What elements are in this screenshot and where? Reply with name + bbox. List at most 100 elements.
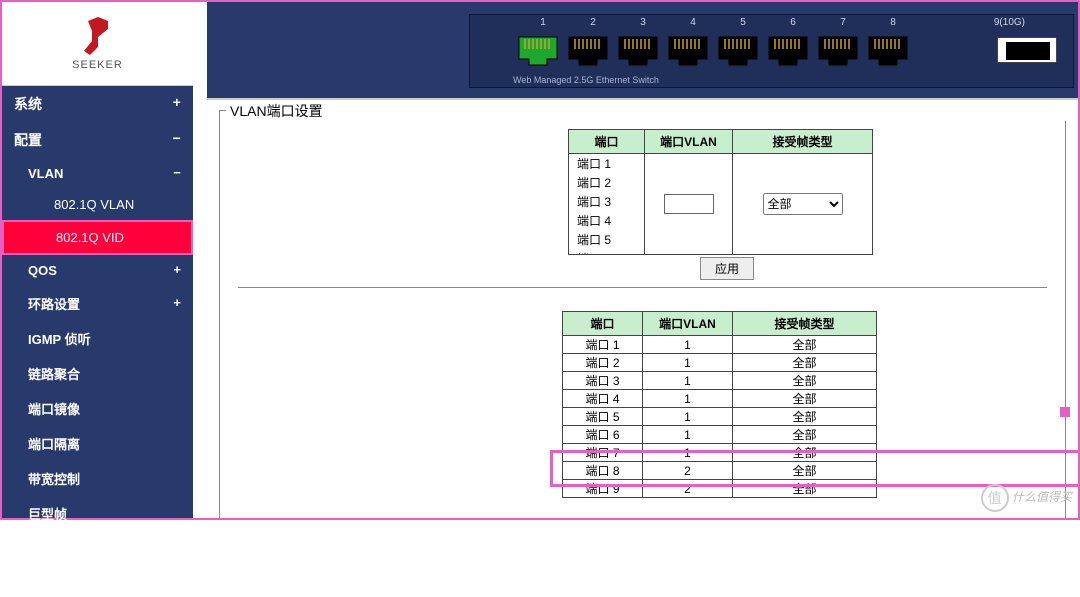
status-table-body: 端口 11全部端口 21全部端口 31全部端口 41全部端口 51全部端口 61… [563,336,877,498]
seeker-logo-icon [80,17,116,57]
nav-port-isolate[interactable]: 端口隔离 [2,426,193,461]
port-number: 4 [672,17,714,28]
brand-text: SEEKER [72,59,123,71]
brand-logo: SEEKER [2,2,193,86]
cell-port: 端口 6 [563,426,643,444]
table-row: 端口 61全部 [563,426,877,444]
port-icon-row [513,29,913,69]
switch-diagram: 12345678 9(10G) Web Managed 2.5G Etherne… [469,14,1074,88]
table-row: 端口 92全部 [563,480,877,498]
rj45-port-icon [717,29,759,69]
nav-igmp[interactable]: IGMP 侦听 [2,321,193,356]
status-header-port: 端口 [563,312,643,336]
nav-eee[interactable]: EEE [2,566,193,597]
cell-port: 端口 4 [563,390,643,408]
cell-vlan: 1 [643,444,733,462]
cell-vlan: 1 [643,426,733,444]
cell-port: 端口 2 [563,354,643,372]
frame-type-select[interactable]: 全部 [763,193,843,215]
nav-loop[interactable]: 环路设置+ [2,286,193,321]
vlan-id-input[interactable] [664,194,714,214]
cell-type: 全部 [733,462,877,480]
port-option[interactable]: 端口 1 [569,154,644,173]
nav-menu: 系统+ 配置− VLAN− 802.1Q VLAN 802.1Q VID QOS… [2,86,193,597]
apply-button[interactable]: 应用 [700,257,754,280]
nav-config[interactable]: 配置− [2,122,193,158]
sfp-label: 9(10G) [994,17,1025,28]
nav-mac[interactable]: MAC 约束 [2,531,193,566]
cell-port: 端口 8 [563,462,643,480]
table-row: 端口 82全部 [563,462,877,480]
nav-qos[interactable]: QOS+ [2,255,193,286]
table-row: 端口 41全部 [563,390,877,408]
cell-vlan: 1 [643,336,733,354]
cfg-header-vlan: 端口VLAN [645,130,733,154]
port-option[interactable]: 端口 3 [569,192,644,211]
collapse-icon: − [173,166,181,181]
table-row: 端口 51全部 [563,408,877,426]
port-option[interactable]: 端口 2 [569,173,644,192]
port-option[interactable]: 端口 5 [569,230,644,249]
rj45-port-icon [867,29,909,69]
table-row: 端口 21全部 [563,354,877,372]
table-row: 端口 31全部 [563,372,877,390]
cell-type: 全部 [733,444,877,462]
nav-jumbo[interactable]: 巨型帧 [2,496,193,531]
cell-type: 全部 [733,390,877,408]
top-bar: 12345678 9(10G) Web Managed 2.5G Etherne… [207,2,1078,100]
cell-type: 全部 [733,426,877,444]
section-divider [238,287,1047,288]
sidebar: SEEKER 系统+ 配置− VLAN− 802.1Q VLAN 802.1Q … [2,2,200,518]
table-row: 端口 71全部 [563,444,877,462]
rj45-port-icon [617,29,659,69]
cell-vlan: 2 [643,462,733,480]
cell-type: 全部 [733,372,877,390]
status-header-type: 接受帧类型 [733,312,877,336]
cfg-header-type: 接受帧类型 [733,130,873,154]
annotation-dot [1060,407,1070,417]
cell-port: 端口 9 [563,480,643,498]
cell-vlan: 1 [643,354,733,372]
rj45-port-icon [767,29,809,69]
status-header-vlan: 端口VLAN [643,312,733,336]
page-title: VLAN端口设置 [226,101,1071,121]
switch-caption: Web Managed 2.5G Ethernet Switch [513,75,659,85]
cell-type: 全部 [733,408,877,426]
expand-icon: + [173,296,181,311]
rj45-port-icon [517,29,559,69]
port-number: 5 [722,17,764,28]
nav-port-mirror[interactable]: 端口镜像 [2,391,193,426]
collapse-icon: − [173,132,181,148]
rj45-port-icon [567,29,609,69]
nav-bandwidth[interactable]: 带宽控制 [2,461,193,496]
port-number: 2 [572,17,614,28]
vlan-port-fieldset: VLAN端口设置 端口 端口VLAN 接受帧类型 端口 1端口 2端口 3端口 … [219,110,1066,518]
cell-port: 端口 7 [563,444,643,462]
port-number-row: 12345678 [518,17,918,28]
port-number: 7 [822,17,864,28]
cell-type: 全部 [733,336,877,354]
cell-port: 端口 3 [563,372,643,390]
status-table: 端口 端口VLAN 接受帧类型 端口 11全部端口 21全部端口 31全部端口 … [562,311,877,498]
cell-type: 全部 [733,480,877,498]
cell-port: 端口 1 [563,336,643,354]
cell-vlan: 1 [643,372,733,390]
cell-vlan: 1 [643,408,733,426]
port-option[interactable]: 端口 4 [569,211,644,230]
expand-icon: + [173,96,181,112]
config-table: 端口 端口VLAN 接受帧类型 端口 1端口 2端口 3端口 4端口 5端口 6… [568,129,873,255]
nav-link-agg[interactable]: 链路聚合 [2,356,193,391]
main-content: VLAN端口设置 端口 端口VLAN 接受帧类型 端口 1端口 2端口 3端口 … [207,100,1078,518]
nav-8021q-vlan[interactable]: 802.1Q VLAN [2,189,193,220]
port-number: 8 [872,17,914,28]
nav-system[interactable]: 系统+ [2,86,193,122]
cell-vlan: 1 [643,390,733,408]
port-select-list[interactable]: 端口 1端口 2端口 3端口 4端口 5端口 6端口 7端口 8端口 9 [569,154,644,254]
rj45-port-icon [817,29,859,69]
cell-vlan: 2 [643,480,733,498]
port-option[interactable]: 端口 6 [569,249,644,254]
table-row: 端口 11全部 [563,336,877,354]
nav-vlan[interactable]: VLAN− [2,158,193,189]
nav-8021q-vid[interactable]: 802.1Q VID [2,220,193,255]
port-number: 6 [772,17,814,28]
